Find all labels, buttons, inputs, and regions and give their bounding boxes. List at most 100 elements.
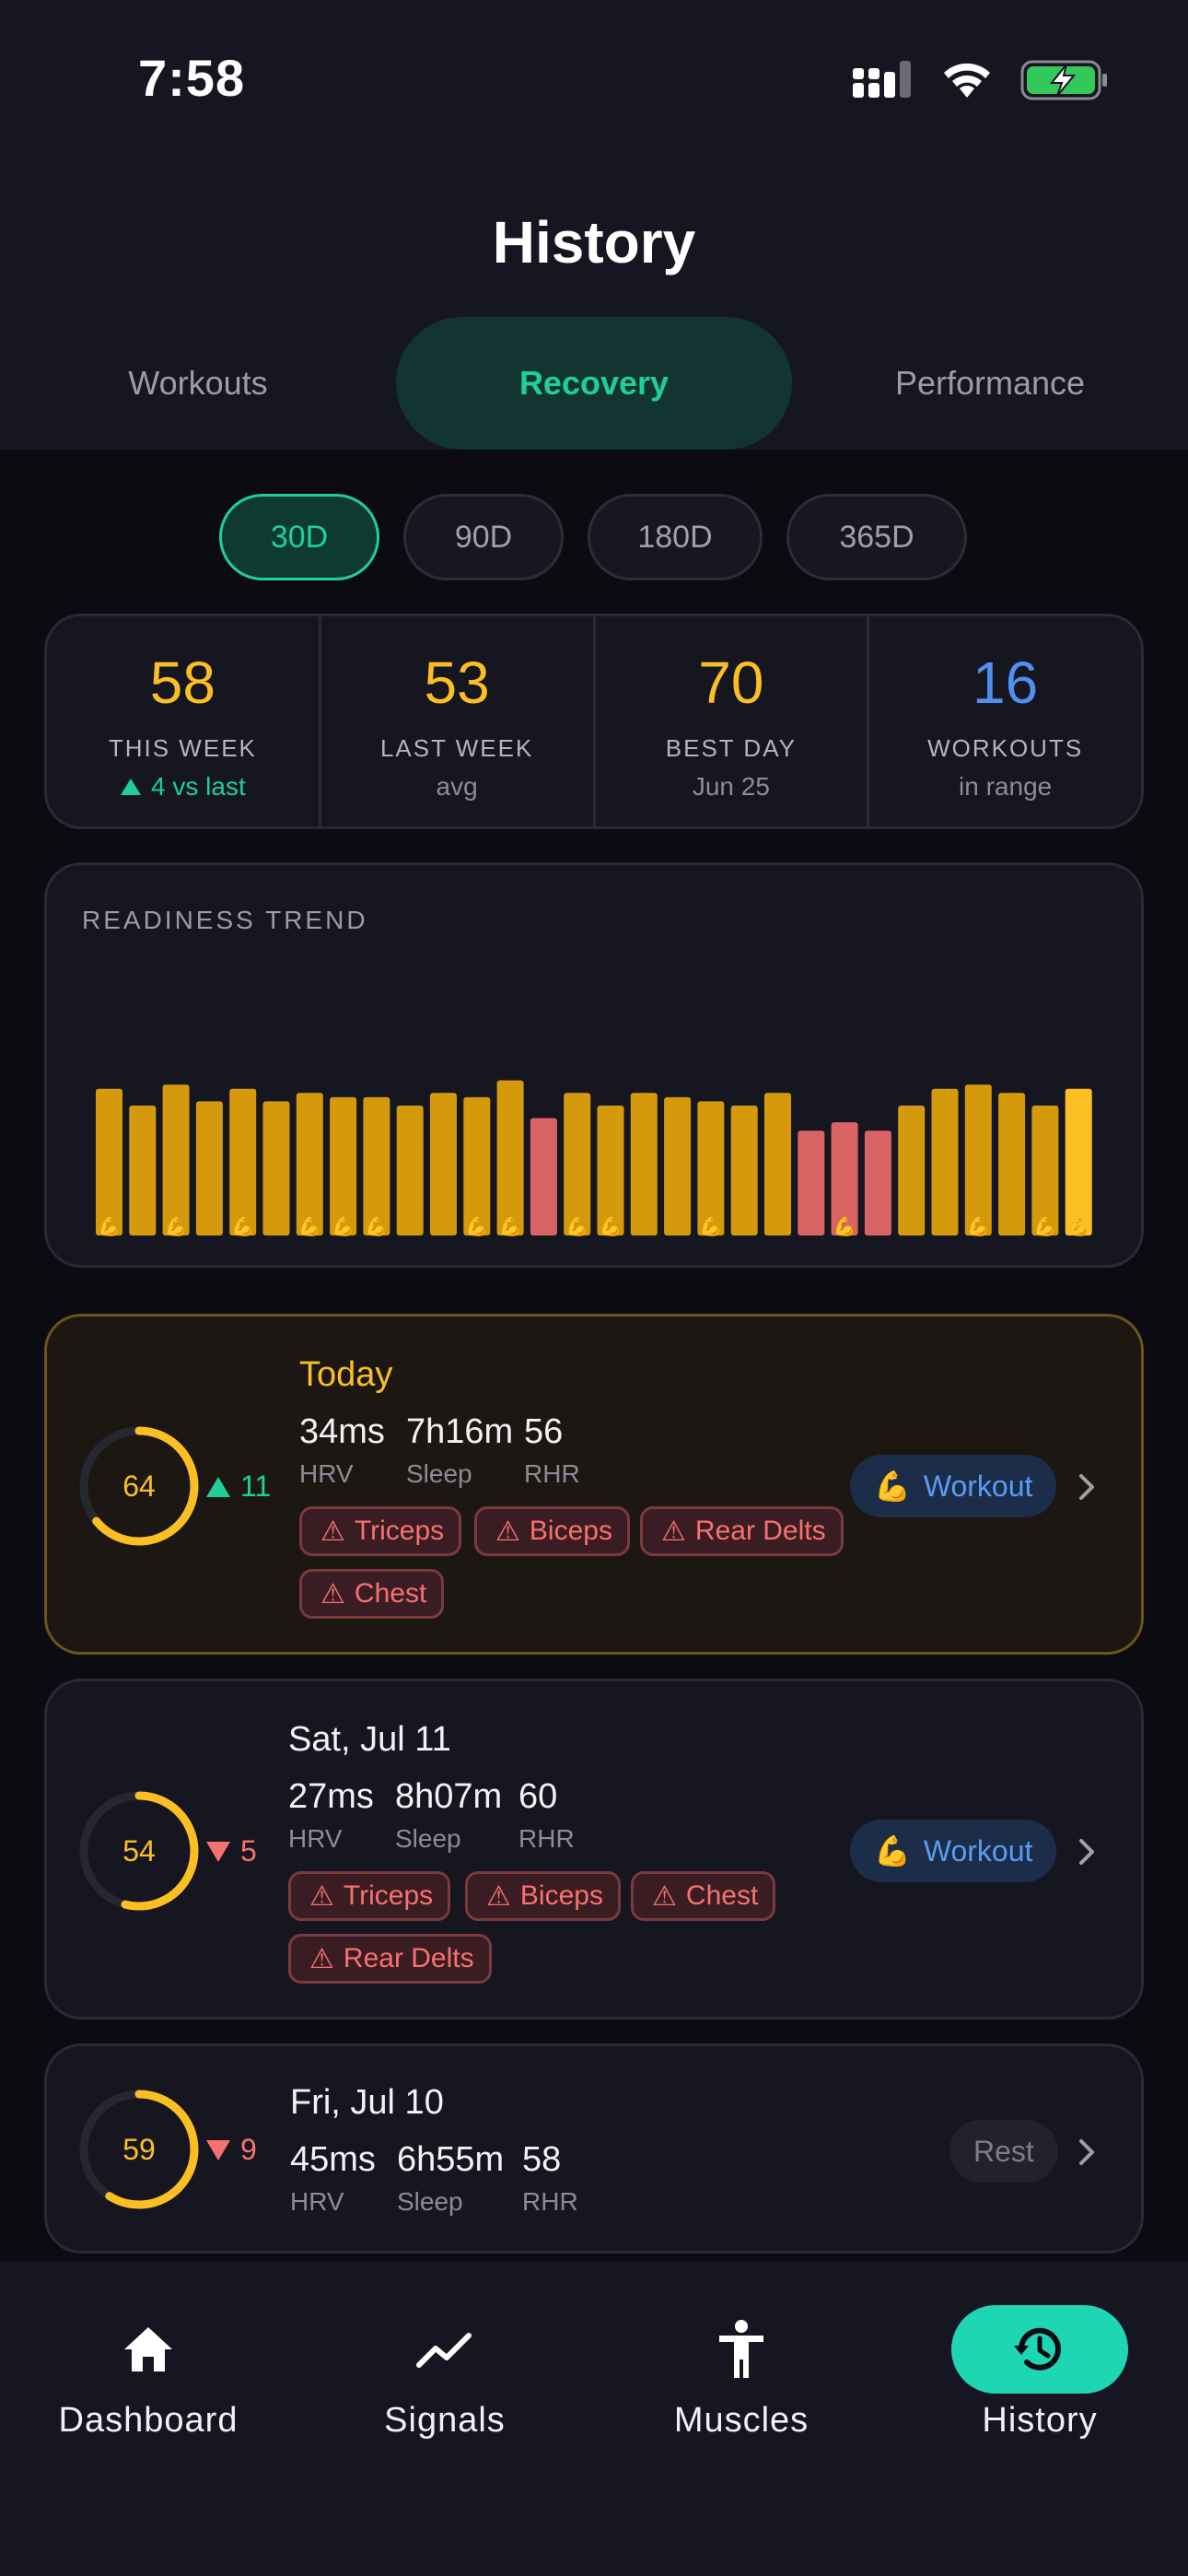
range-365d-button[interactable]: 365D: [786, 494, 967, 580]
chevron-right-icon[interactable]: [1077, 1473, 1097, 1501]
day-title: Fri, Jul 10: [290, 2083, 444, 2122]
nav-label: Muscles: [673, 2401, 809, 2440]
stat-label: THIS WEEK: [108, 734, 257, 762]
tab-recovery[interactable]: Recovery: [396, 317, 792, 450]
readiness-bar: [129, 1105, 157, 1235]
warning-icon: ⚠: [320, 1578, 345, 1610]
workout-marker-icon: 💪: [600, 1215, 623, 1237]
nav-label: Dashboard: [58, 2401, 239, 2440]
stat-value: 70: [698, 650, 764, 716]
metric-label: HRV: [288, 1824, 343, 1853]
warning-icon: ⚠: [652, 1880, 677, 1912]
readiness-bar: [363, 1096, 390, 1235]
warning-icon: ⚠: [320, 1516, 345, 1547]
trend-icon: [416, 2333, 472, 2368]
tab-performance[interactable]: Performance: [792, 317, 1188, 450]
metric-value: 34ms: [299, 1412, 385, 1451]
readiness-bar: [430, 1093, 457, 1235]
workout-marker-icon: 💪: [699, 1215, 722, 1237]
tab-workouts[interactable]: Workouts: [0, 317, 396, 450]
readiness-delta: 11: [205, 1469, 271, 1504]
stat-sub: in range: [959, 772, 1053, 801]
muscle-warning-tag: ⚠ Chest: [299, 1569, 445, 1619]
muscle-warning-tag: ⚠ Triceps: [299, 1506, 462, 1556]
muscle-warning-tag: ⚠ Rear Delts: [288, 1934, 492, 1984]
warning-icon: ⚠: [495, 1516, 520, 1547]
delta-value: 9: [240, 2133, 257, 2166]
stat-this-week: 58 THIS WEEK 4 vs last: [47, 616, 321, 826]
page-title: History: [492, 209, 696, 275]
metric-label: RHR: [524, 1459, 580, 1488]
metric-rhr: 58 RHR: [522, 2140, 578, 2217]
nav-icon-wrap: [653, 2305, 830, 2394]
person-icon: [719, 2320, 763, 2378]
nav-icon-wrap: [356, 2305, 533, 2394]
readiness-bar: [597, 1105, 624, 1235]
metric-label: HRV: [290, 2187, 344, 2216]
readiness-bar: [964, 1084, 992, 1235]
readiness-bar: [162, 1084, 190, 1235]
readiness-bar: [1065, 1088, 1092, 1235]
tag-label: Chest: [354, 1578, 427, 1609]
history-icon: [1014, 2327, 1061, 2371]
nav-signals[interactable]: Signals: [297, 2261, 593, 2464]
metric-label: RHR: [522, 2187, 578, 2216]
readiness-bar: [697, 1101, 725, 1235]
metric-value: 7h16m: [406, 1412, 514, 1451]
metric-rhr: 56 RHR: [524, 1412, 580, 1489]
workout-label: Workout: [923, 1833, 1033, 1868]
day-card-sat-jul-11[interactable]: 54 5 Sat, Jul 11 27ms HRV 8h07m Sleep 60…: [44, 1679, 1144, 2020]
workout-label: Workout: [923, 1469, 1033, 1503]
readiness-bar: [931, 1088, 959, 1235]
nav-history[interactable]: History: [891, 2261, 1188, 2464]
wifi-icon: [944, 63, 990, 98]
readiness-delta: 5: [205, 1834, 257, 1868]
nav-dashboard[interactable]: Dashboard: [0, 2261, 297, 2464]
muscle-warning-tag: ⚠ Chest: [631, 1871, 776, 1921]
day-card-fri-jul-10[interactable]: 59 9 Fri, Jul 10 45ms HRV 6h55m Sleep 58…: [44, 2043, 1144, 2254]
workout-marker-icon: 💪: [365, 1215, 388, 1237]
chevron-right-icon[interactable]: [1077, 1838, 1097, 1866]
muscle-warning-tag: ⚠ Biceps: [474, 1506, 630, 1556]
workout-marker-icon: 💪: [833, 1215, 856, 1237]
summary-stats-card: 58 THIS WEEK 4 vs last 53 LAST WEEK avg …: [44, 614, 1144, 829]
flexed-biceps-icon: 💪: [874, 1834, 911, 1868]
metric-value: 6h55m: [397, 2140, 505, 2179]
metric-value: 27ms: [288, 1777, 374, 1816]
tag-label: Biceps: [519, 1880, 603, 1911]
status-time: 7:58: [138, 49, 246, 107]
readiness-bar: [664, 1096, 692, 1235]
readiness-score: 54: [122, 1834, 156, 1868]
stat-last-week: 53 LAST WEEK avg: [321, 616, 596, 826]
day-title: Sat, Jul 11: [288, 1720, 451, 1759]
metric-label: HRV: [299, 1459, 354, 1488]
readiness-bar-chart: 💪 💪 💪 💪 💪 💪 💪 💪 💪 💪 💪 💪 💪 💪 💪: [96, 1080, 1092, 1237]
stat-value: 16: [973, 650, 1039, 716]
workout-button[interactable]: 💪 Workout: [850, 1820, 1057, 1882]
warning-icon: ⚠: [309, 1943, 334, 1974]
range-180d-button[interactable]: 180D: [588, 494, 763, 580]
nav-label: History: [982, 2401, 1098, 2440]
metric-label: Sleep: [397, 2187, 463, 2216]
workout-marker-icon: 💪: [231, 1215, 254, 1237]
muscle-warning-tag: ⚠ Biceps: [465, 1871, 621, 1921]
metric-value: 8h07m: [395, 1777, 503, 1816]
metric-sleep: 6h55m Sleep: [397, 2140, 504, 2217]
chevron-right-icon[interactable]: [1077, 2138, 1097, 2166]
warning-icon: ⚠: [486, 1880, 511, 1912]
workout-marker-icon: 💪: [465, 1215, 488, 1237]
stat-value: 53: [424, 650, 490, 716]
stat-workouts: 16 WORKOUTS in range: [869, 616, 1141, 826]
workout-button[interactable]: 💪 Workout: [850, 1455, 1057, 1517]
rest-badge[interactable]: Rest: [949, 2120, 1058, 2183]
warning-icon: ⚠: [309, 1880, 334, 1912]
metric-value: 45ms: [290, 2140, 376, 2179]
stat-sub: 4 vs last: [120, 772, 246, 802]
header-area: 7:58 History Workouts Recovery Performan…: [0, 0, 1188, 450]
day-card-today[interactable]: 64 11 Today 34ms HRV 7h16m Sleep 56 RHR …: [44, 1314, 1144, 1655]
readiness-bar: [330, 1096, 357, 1235]
nav-muscles[interactable]: Muscles: [593, 2261, 890, 2464]
range-90d-button[interactable]: 90D: [403, 494, 564, 580]
readiness-bar: [195, 1101, 223, 1235]
range-30d-button[interactable]: 30D: [219, 494, 379, 580]
